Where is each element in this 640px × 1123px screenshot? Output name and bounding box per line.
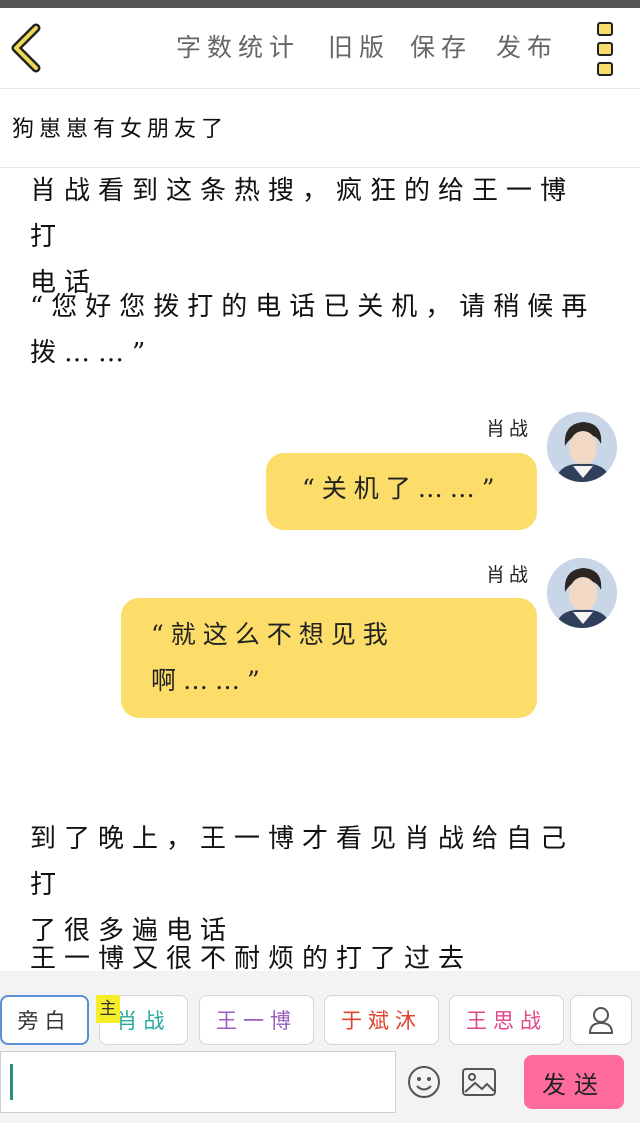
role-label: 王一博: [216, 1009, 297, 1033]
menu-button[interactable]: [590, 22, 620, 76]
avatar[interactable]: [547, 412, 617, 482]
text-line: 肖战看到这条热搜，疯狂的给王一博打: [30, 176, 575, 252]
role-button[interactable]: 于斌沐: [324, 995, 439, 1045]
send-label: 发送: [542, 1070, 606, 1099]
bottom-panel: 旁白 肖战 主 王一博 于斌沐 王思战 发送: [0, 971, 640, 1123]
role-button[interactable]: 王思战: [449, 995, 564, 1045]
speaker-name: 肖战: [486, 418, 533, 440]
narration-paragraph: 王一博又很不耐烦的打了过去: [30, 936, 600, 971]
bubble-text: 啊……”: [151, 666, 267, 695]
chapter-title: 狗崽崽有女朋友了: [12, 117, 229, 142]
save-button[interactable]: 保存: [410, 28, 472, 64]
main-role-badge: 主: [96, 995, 120, 1023]
chat-bubble[interactable]: “关机了……”: [266, 453, 537, 530]
text-caret: [10, 1064, 13, 1100]
text-line: “您好您拨打的电话已关机，请稍候再: [30, 292, 596, 322]
role-button[interactable]: 王一博: [199, 995, 314, 1045]
narration-paragraph: “您好您拨打的电话已关机，请稍候再 拨……”: [30, 284, 600, 376]
story-content[interactable]: 肖战看到这条热搜，疯狂的给王一博打 电话 “您好您拨打的电话已关机，请稍候再 拨…: [0, 168, 640, 971]
text-line: 到了晚上，王一博才看见肖战给自己打: [30, 824, 575, 900]
speaker-name: 肖战: [486, 564, 533, 586]
narration-paragraph: 到了晚上，王一博才看见肖战给自己打 了很多遍电话: [30, 816, 600, 954]
status-bar: [0, 0, 640, 8]
top-toolbar: 字数统计 旧版 保存 发布: [0, 8, 640, 89]
role-narrator-button[interactable]: 旁白: [0, 995, 89, 1045]
avatar-image: [547, 558, 617, 628]
role-label: 肖战: [116, 1009, 171, 1033]
role-label: 王思战: [466, 1009, 547, 1033]
role-label: 旁白: [17, 1009, 72, 1033]
add-role-button[interactable]: [570, 995, 632, 1045]
emoji-icon: [408, 1066, 440, 1098]
message-input[interactable]: [0, 1051, 396, 1113]
send-button[interactable]: 发送: [524, 1055, 624, 1109]
bubble-text: “就这么不想见我: [151, 620, 395, 649]
back-arrow-icon: [11, 23, 41, 73]
person-icon: [588, 1007, 614, 1034]
publish-button[interactable]: 发布: [496, 28, 558, 64]
emoji-button[interactable]: [407, 1065, 441, 1099]
image-icon: [462, 1068, 496, 1096]
bubble-text: “关机了……”: [302, 474, 502, 503]
text-line: 王一博又很不耐烦的打了过去: [30, 944, 473, 971]
word-count-button[interactable]: 字数统计: [176, 28, 300, 64]
avatar[interactable]: [547, 558, 617, 628]
image-button[interactable]: [461, 1067, 497, 1097]
back-button[interactable]: [6, 22, 46, 74]
role-label: 于斌沐: [341, 1009, 422, 1033]
text-line: 拨……”: [30, 338, 154, 368]
chapter-title-field[interactable]: 狗崽崽有女朋友了: [0, 89, 640, 168]
old-version-button[interactable]: 旧版: [328, 28, 390, 64]
chat-bubble[interactable]: “就这么不想见我 啊……”: [121, 598, 537, 718]
avatar-image: [547, 412, 617, 482]
